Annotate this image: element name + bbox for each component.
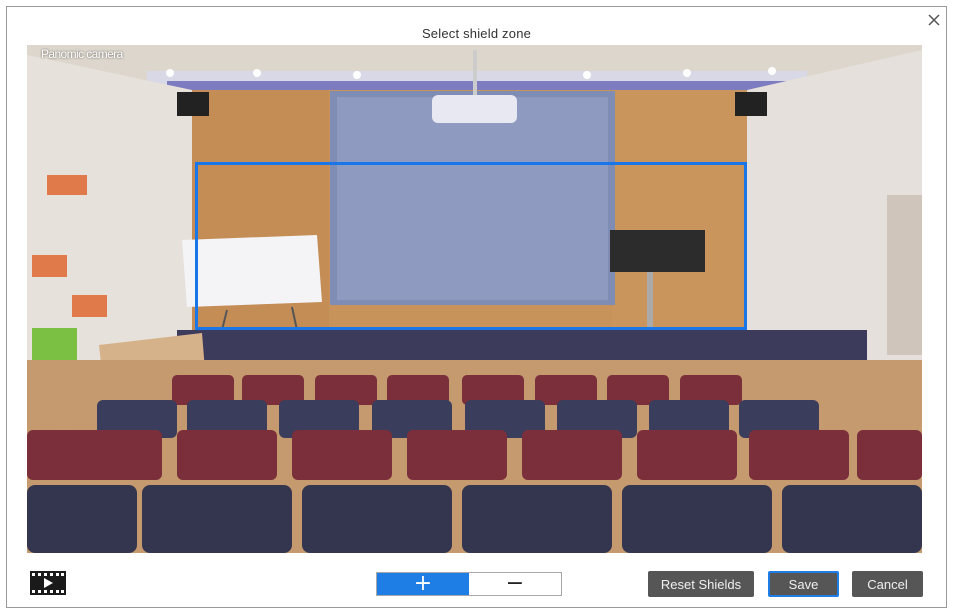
cancel-button[interactable]: Cancel [852,571,923,597]
reset-shields-button[interactable]: Reset Shields [648,571,754,597]
zoom-control: + − [376,572,562,596]
zoom-in-button[interactable]: + [377,573,469,595]
film-play-icon[interactable] [30,571,66,595]
dialog-title: Select shield zone [421,26,532,41]
shield-zone-rectangle[interactable] [195,162,747,330]
zoom-out-button[interactable]: − [469,573,561,595]
save-button[interactable]: Save [768,571,839,597]
camera-view[interactable]: Panomic camera [27,45,922,553]
camera-label: Panomic camera [41,47,123,61]
close-icon[interactable] [927,13,941,27]
